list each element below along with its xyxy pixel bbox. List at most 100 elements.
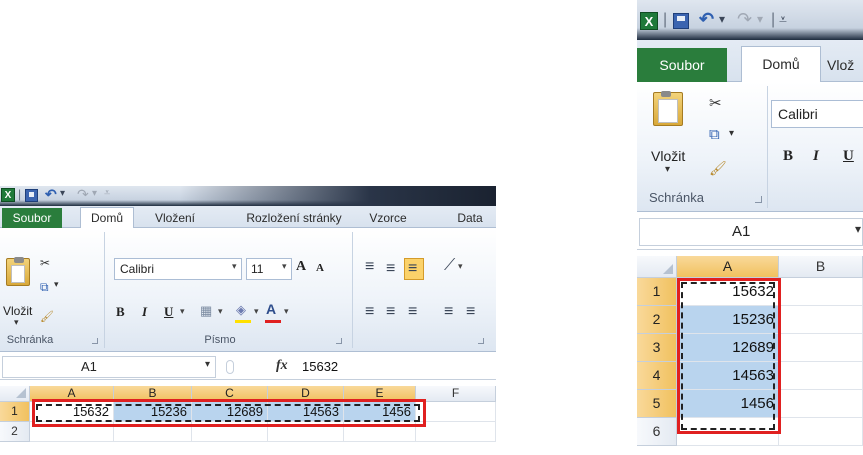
qat-customize-icon[interactable]: ⩡ — [779, 11, 787, 28]
name-box[interactable]: A1 — [639, 218, 863, 246]
name-box-dropdown-icon[interactable]: ▾ — [855, 222, 861, 236]
name-box-dropdown-icon[interactable]: ▾ — [205, 359, 210, 370]
bold-button[interactable]: B — [783, 148, 793, 165]
group-separator — [104, 232, 105, 348]
cell-b6[interactable] — [779, 418, 863, 446]
italic-button[interactable]: I — [142, 304, 147, 320]
tab-page-layout[interactable]: Rozložení stránky — [238, 208, 350, 228]
align-top-icon[interactable]: ≡ — [365, 258, 374, 276]
save-icon[interactable] — [673, 13, 689, 29]
redo-dropdown-icon[interactable]: ▾ — [757, 12, 763, 26]
paste-icon[interactable] — [653, 91, 683, 126]
font-color-dropdown-icon[interactable]: ▾ — [284, 306, 289, 317]
format-painter-icon[interactable]: 🖌 — [709, 160, 727, 177]
tab-file[interactable]: Soubor — [2, 208, 62, 228]
tab-formulas[interactable]: Vzorce — [360, 208, 416, 228]
undo-icon[interactable]: ↶ — [45, 186, 57, 203]
cell-b3[interactable] — [779, 334, 863, 362]
undo-icon[interactable]: ↶ — [699, 9, 714, 30]
increase-indent-icon[interactable]: ≡ — [466, 303, 475, 321]
cell-b5[interactable] — [779, 390, 863, 418]
copy-icon[interactable]: ⧉ — [40, 280, 49, 295]
fill-color-icon[interactable]: ◈ — [236, 302, 246, 318]
paste-icon[interactable] — [6, 257, 30, 286]
cell-b4[interactable] — [779, 362, 863, 390]
cut-icon[interactable]: ✂ — [709, 94, 722, 112]
copy-icon[interactable]: ⧉ — [709, 126, 720, 143]
row-header-1[interactable]: 1 — [637, 278, 677, 306]
paste-dropdown-icon[interactable]: ▾ — [14, 317, 19, 328]
font-size-dropdown-icon[interactable]: ▾ — [282, 261, 287, 272]
highlight-box — [677, 278, 781, 434]
clipboard-launcher-icon[interactable] — [92, 338, 98, 344]
tab-data[interactable]: Data — [448, 208, 492, 228]
grow-font-button[interactable]: A — [296, 259, 306, 275]
undo-dropdown-icon[interactable]: ▾ — [60, 188, 65, 199]
underline-button[interactable]: U — [843, 148, 854, 165]
tab-home[interactable]: Domů — [80, 207, 134, 229]
row-header-2[interactable]: 2 — [637, 306, 677, 334]
tab-insert[interactable]: Vlož — [827, 48, 863, 82]
select-all-corner[interactable] — [0, 386, 30, 402]
align-center-icon[interactable]: ≡ — [386, 303, 395, 321]
border-dropdown-icon[interactable]: ▾ — [218, 306, 223, 317]
paste-dropdown-icon[interactable]: ▾ — [665, 164, 670, 175]
row-header-1[interactable]: 1 — [0, 402, 30, 422]
column-header-f[interactable]: F — [416, 386, 496, 402]
cell-b2[interactable] — [779, 306, 863, 334]
font-launcher-icon[interactable] — [336, 338, 342, 344]
tab-home[interactable]: Domů — [741, 46, 821, 83]
align-middle-icon[interactable]: ≡ — [386, 260, 395, 278]
font-name-combo[interactable]: Calibri — [771, 100, 863, 128]
excel-logo-icon[interactable]: X — [640, 12, 658, 30]
undo-dropdown-icon[interactable]: ▾ — [719, 12, 725, 26]
row-header-4[interactable]: 4 — [637, 362, 677, 390]
font-name-combo[interactable]: Calibri — [114, 258, 242, 280]
alignment-launcher-icon[interactable] — [478, 338, 484, 344]
column-header-a[interactable]: A — [677, 256, 779, 278]
italic-button[interactable]: I — [813, 148, 819, 165]
align-left-icon[interactable]: ≡ — [365, 303, 374, 321]
formula-input[interactable]: 15632 — [302, 359, 338, 374]
decrease-indent-icon[interactable]: ≡ — [444, 303, 453, 321]
save-icon[interactable] — [25, 189, 38, 202]
align-right-icon[interactable]: ≡ — [408, 303, 417, 321]
clipboard-launcher-icon[interactable] — [755, 196, 762, 203]
row-header-5[interactable]: 5 — [637, 390, 677, 418]
tab-insert[interactable]: Vložení — [142, 208, 208, 228]
row-header-3[interactable]: 3 — [637, 334, 677, 362]
orientation-dropdown-icon[interactable]: ▾ — [458, 261, 463, 272]
underline-dropdown-icon[interactable]: ▾ — [180, 306, 185, 317]
qat-customize-icon[interactable]: ⩡ — [104, 187, 110, 200]
row-header-6[interactable]: 6 — [637, 418, 677, 446]
insert-function-icon[interactable]: fx — [276, 358, 288, 374]
highlight-box — [32, 399, 426, 427]
bold-button[interactable]: B — [116, 304, 125, 320]
column-header-b[interactable]: B — [779, 256, 863, 278]
paste-button-label[interactable]: Vložit — [3, 304, 32, 318]
copy-dropdown-icon[interactable]: ▾ — [54, 279, 59, 290]
name-box[interactable]: A1 — [2, 356, 216, 378]
excel-window-horizontal: X | ↶ ▾ ↷ ▾ ⩡ Soubor Domů Vložení Rozlož… — [0, 186, 496, 455]
font-color-button[interactable]: A — [266, 301, 276, 317]
copy-dropdown-icon[interactable]: ▾ — [729, 128, 734, 139]
font-name-dropdown-icon[interactable]: ▾ — [232, 261, 237, 272]
format-painter-icon[interactable]: 🖌 — [40, 310, 54, 323]
shrink-font-button[interactable]: A — [316, 262, 324, 274]
border-icon[interactable]: ▦ — [200, 303, 212, 319]
excel-logo-icon[interactable]: X — [1, 188, 15, 202]
redo-icon[interactable]: ↷ — [77, 186, 89, 203]
tab-file[interactable]: Soubor — [637, 48, 727, 82]
orientation-icon[interactable]: ⟋ — [444, 257, 455, 275]
redo-dropdown-icon[interactable]: ▾ — [92, 188, 97, 199]
underline-button[interactable]: U — [164, 304, 173, 320]
cell-f2[interactable] — [416, 422, 496, 442]
cell-f1[interactable] — [416, 402, 496, 422]
redo-icon[interactable]: ↷ — [737, 9, 752, 30]
fill-dropdown-icon[interactable]: ▾ — [254, 306, 259, 317]
cell-b1[interactable] — [779, 278, 863, 306]
row-header-2[interactable]: 2 — [0, 422, 30, 442]
paste-button-label[interactable]: Vložit — [651, 148, 685, 164]
select-all-corner[interactable] — [637, 256, 677, 278]
cut-icon[interactable]: ✂ — [40, 256, 50, 270]
